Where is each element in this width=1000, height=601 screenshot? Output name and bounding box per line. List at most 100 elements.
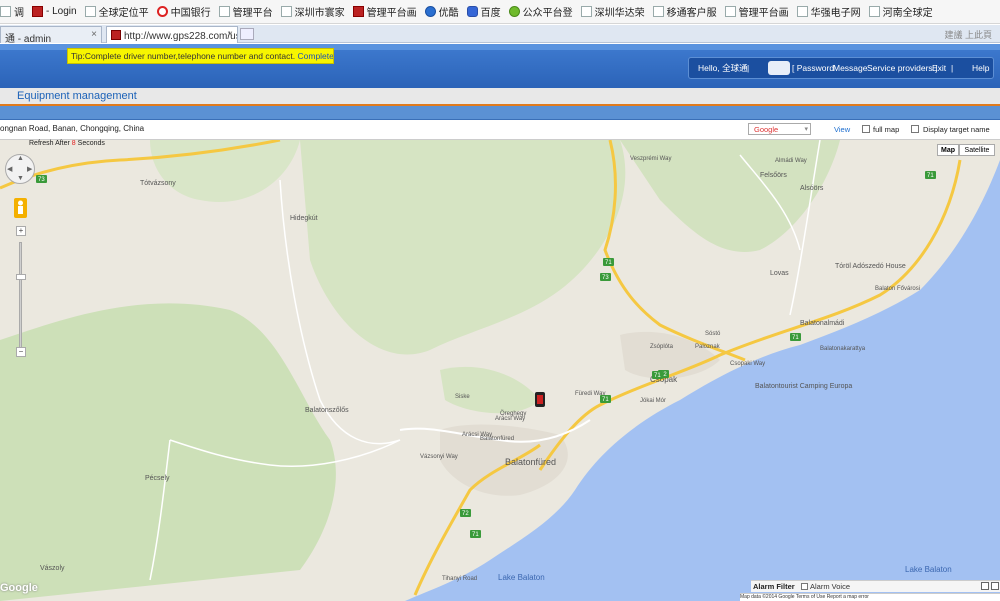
help-link[interactable]: Help — [972, 58, 989, 78]
zoom-slider-track[interactable] — [16, 232, 25, 360]
map-place-label: Csopaki Way — [730, 361, 765, 367]
password-link[interactable]: [ Password — [792, 58, 834, 78]
map-place-label: Balatonalmádi — [800, 320, 845, 327]
road-shield-label: 71 — [792, 335, 799, 341]
blank-page-icon — [218, 6, 230, 17]
bookmark-item[interactable]: 深圳华达荣 — [580, 4, 645, 19]
tab-label: http://www.gps228.com/us... — [124, 31, 238, 42]
road-shield-label: 71 — [602, 397, 609, 403]
pan-left-icon[interactable]: ◀ — [7, 165, 12, 173]
bookmark-item[interactable]: 深圳市寰家 — [280, 4, 345, 19]
browser-tab-gps[interactable]: http://www.gps228.com/us... × — [106, 26, 238, 43]
map-place-label: Balatonakarattya — [820, 346, 866, 352]
street-view-pegman-icon[interactable] — [14, 198, 27, 218]
alarm-filter-label[interactable]: Alarm Filter — [753, 582, 795, 591]
divider: | — [951, 63, 954, 73]
map-type-map-button[interactable]: Map — [937, 144, 959, 156]
refresh-text: Seconds — [75, 140, 105, 147]
pan-control[interactable]: ▲ ▼ ◀ ▶ — [5, 154, 35, 184]
bookmark-label: 中国银行 — [170, 8, 211, 19]
refresh-countdown: Refresh After 8 Seconds — [29, 140, 105, 147]
service-providers-link[interactable]: Service providers ] — [867, 58, 937, 78]
blank-page-icon — [652, 6, 664, 17]
map-place-label: Balatonfüred — [505, 457, 556, 467]
bookmark-item[interactable]: 中国银行 — [156, 4, 211, 19]
bookmark-item[interactable]: 调 — [0, 4, 24, 19]
bookmark-item[interactable]: 管理平台 — [218, 4, 273, 19]
ring-icon — [156, 6, 168, 17]
map-place-label: Balatonfüred — [480, 436, 514, 442]
browser-tab-strip: 通 - admin × http://www.gps228.com/us... … — [0, 25, 1000, 43]
bookmark-item[interactable]: 移通客户服 — [652, 4, 717, 19]
bookmark-label: 河南全球定 — [882, 8, 933, 19]
bookmark-item[interactable]: 河南全球定 — [868, 4, 933, 19]
browser-tab-admin[interactable]: 通 - admin × — [0, 26, 102, 43]
bookmark-item[interactable]: 优酷 — [424, 4, 459, 19]
map-type-satellite-button[interactable]: Satellite — [959, 144, 995, 156]
new-tab-button[interactable] — [240, 28, 254, 40]
bookmark-label: 深圳市寰家 — [294, 8, 345, 19]
maximize-icon[interactable] — [991, 582, 999, 590]
bookmark-item[interactable]: 全球定位平 — [84, 4, 149, 19]
map-provider-select[interactable]: Google ▾ — [748, 123, 811, 135]
zoom-in-button[interactable]: + — [16, 226, 26, 236]
page-title-bar: Equipment management — [0, 88, 1000, 106]
map-place-label: Siske — [455, 394, 470, 400]
map-place-label: Paloznak — [695, 344, 721, 350]
map-place-label: Balatontourist Camping Europa — [755, 383, 852, 390]
app-header: Tip:Complete driver number,telephone num… — [0, 44, 1000, 88]
bookmark-item[interactable]: 公众平台登 — [508, 4, 573, 19]
display-target-name-checkbox[interactable] — [911, 125, 919, 133]
exit-link[interactable]: Exit — [932, 58, 946, 78]
paw-icon — [466, 6, 478, 17]
map-place-label: Vázsonyi Way — [420, 454, 458, 460]
tab-strip-right-text: 建議 上此頁 — [944, 30, 992, 40]
divider: | — [747, 63, 750, 73]
blank-page-icon — [84, 6, 96, 17]
zoom-slider-handle[interactable] — [16, 274, 26, 280]
avatar — [768, 61, 790, 75]
road-shield-label: 71 — [927, 173, 934, 179]
map-place-label: Veszprémi Way — [630, 156, 671, 162]
bookmark-item[interactable]: 管理平台画 — [352, 4, 417, 19]
view-link[interactable]: View — [834, 125, 850, 134]
pan-up-icon[interactable]: ▲ — [17, 155, 24, 162]
blank-page-icon — [796, 6, 808, 17]
bookmark-item[interactable]: - Login — [32, 6, 77, 17]
full-map-label: full map — [873, 125, 900, 134]
road-shield-label: 71 — [654, 373, 661, 379]
map-place-label: Lovas — [770, 270, 789, 277]
bookmark-label: 全球定位平 — [98, 8, 149, 19]
tip-complete-link[interactable]: Complete — [298, 51, 334, 61]
full-map-checkbox[interactable] — [862, 125, 870, 133]
close-tab-icon[interactable]: × — [91, 29, 97, 40]
bookmark-item[interactable]: 百度 — [466, 4, 501, 19]
alarm-voice-checkbox[interactable] — [801, 583, 808, 590]
message-link[interactable]: Message — [833, 58, 868, 78]
google-logo: Google — [0, 582, 38, 594]
pan-right-icon[interactable]: ▶ — [27, 165, 32, 173]
alarm-voice-label: Alarm Voice — [810, 582, 851, 591]
blank-page-icon — [580, 6, 592, 17]
blank-page-icon — [0, 6, 11, 17]
blank-page-icon — [280, 6, 292, 17]
map-place-label: Tihanyi Road — [442, 576, 477, 582]
wechat-icon — [508, 6, 520, 17]
bookmark-label: 调 — [14, 8, 24, 19]
map-place-label: Zsóplóta — [650, 344, 674, 350]
greeting: Hello, 全球通 — [698, 63, 748, 73]
minimize-icon[interactable] — [981, 582, 989, 590]
pan-down-icon[interactable]: ▼ — [17, 175, 24, 182]
alarm-bar: Alarm Filter Alarm Voice — [751, 580, 1000, 592]
bookmark-item[interactable]: 华强电子网 — [796, 4, 861, 19]
tip-banner: Tip:Complete driver number,telephone num… — [67, 48, 334, 64]
tip-text: Tip:Complete driver number,telephone num… — [71, 51, 296, 61]
vehicle-marker[interactable] — [535, 392, 545, 407]
bookmark-label: 管理平台画 — [366, 8, 417, 19]
user-menu: Hello, 全球通 | [ Password Message Service … — [688, 57, 994, 79]
close-tab-icon[interactable]: × — [227, 29, 233, 40]
zoom-out-button[interactable]: − — [16, 347, 26, 357]
blank-page-icon — [724, 6, 736, 17]
bookmark-item[interactable]: 管理平台画 — [724, 4, 789, 19]
map-canvas[interactable]: Tótvázsony Hidegkút Felsőörs Alsóörs Lovas Tó… — [0, 140, 1000, 601]
